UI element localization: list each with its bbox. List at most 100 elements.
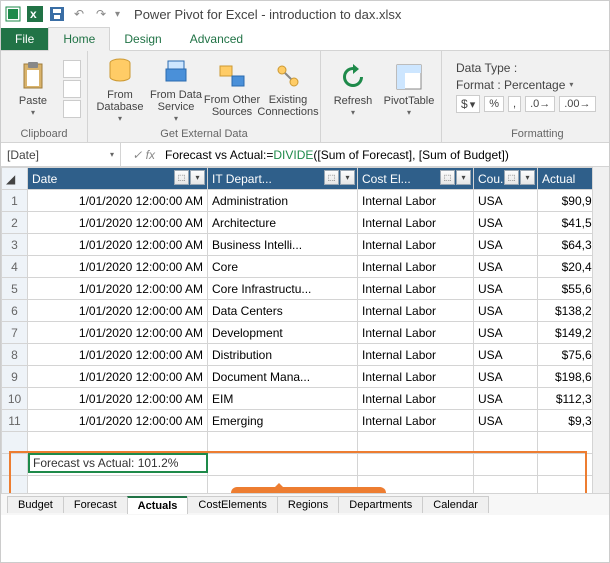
from-other-sources-button[interactable]: From Other Sources (206, 54, 258, 124)
relation-icon[interactable]: ⬚ (174, 170, 189, 185)
cell-dept[interactable]: Core Infrastructu... (208, 278, 358, 300)
row-number[interactable]: 11 (2, 410, 28, 432)
comma-button[interactable]: , (508, 96, 521, 112)
copy-icon[interactable] (63, 100, 81, 118)
paste-button[interactable]: Paste ▾ (7, 54, 59, 124)
qat-dropdown-icon[interactable]: ▾ (115, 9, 120, 20)
vertical-scrollbar[interactable] (592, 167, 609, 493)
cell-country[interactable]: USA (474, 344, 538, 366)
pivottable-button[interactable]: PivotTable ▾ (383, 54, 435, 124)
row-number[interactable]: 6 (2, 300, 28, 322)
row-number[interactable]: 8 (2, 344, 28, 366)
table-row[interactable]: 2 1/01/2020 12:00:00 AM Architecture Int… (2, 212, 610, 234)
sheet-tab-forecast[interactable]: Forecast (63, 496, 128, 513)
save-icon[interactable] (49, 6, 65, 22)
name-box[interactable]: [Date] ▾ (1, 143, 121, 166)
sheet-tab-costelements[interactable]: CostElements (187, 496, 277, 513)
cell-dept[interactable]: Distribution (208, 344, 358, 366)
table-row[interactable]: 4 1/01/2020 12:00:00 AM Core Internal La… (2, 256, 610, 278)
filter-icon[interactable]: ▾ (520, 170, 535, 185)
cell-date[interactable]: 1/01/2020 12:00:00 AM (28, 300, 208, 322)
tab-advanced[interactable]: Advanced (176, 28, 257, 50)
from-data-service-button[interactable]: From Data Service ▾ (150, 54, 202, 124)
relation-icon[interactable]: ⬚ (324, 170, 339, 185)
cell-cost[interactable]: Internal Labor (358, 234, 474, 256)
cell-country[interactable]: USA (474, 322, 538, 344)
cell-date[interactable]: 1/01/2020 12:00:00 AM (28, 366, 208, 388)
table-row[interactable]: 11 1/01/2020 12:00:00 AM Emerging Intern… (2, 410, 610, 432)
table-row[interactable]: 3 1/01/2020 12:00:00 AM Business Intelli… (2, 234, 610, 256)
cell-cost[interactable]: Internal Labor (358, 322, 474, 344)
row-number[interactable]: 4 (2, 256, 28, 278)
table-row[interactable]: 9 1/01/2020 12:00:00 AM Document Mana...… (2, 366, 610, 388)
sheet-tab-actuals[interactable]: Actuals (127, 496, 189, 514)
cell-date[interactable]: 1/01/2020 12:00:00 AM (28, 388, 208, 410)
cell-date[interactable]: 1/01/2020 12:00:00 AM (28, 212, 208, 234)
relation-icon[interactable]: ⬚ (440, 170, 455, 185)
sheet-tab-departments[interactable]: Departments (338, 496, 423, 513)
tab-design[interactable]: Design (110, 28, 175, 50)
tab-home[interactable]: Home (48, 27, 110, 51)
paste-append-icon[interactable] (63, 60, 81, 78)
table-row[interactable]: 6 1/01/2020 12:00:00 AM Data Centers Int… (2, 300, 610, 322)
table-row[interactable]: 1 1/01/2020 12:00:00 AM Administration I… (2, 190, 610, 212)
cell-cost[interactable]: Internal Labor (358, 366, 474, 388)
decrease-decimal-button[interactable]: .00→ (559, 96, 595, 112)
cell-country[interactable]: USA (474, 212, 538, 234)
cell-country[interactable]: USA (474, 256, 538, 278)
cell-date[interactable]: 1/01/2020 12:00:00 AM (28, 256, 208, 278)
cell-dept[interactable]: Development (208, 322, 358, 344)
sheet-tab-budget[interactable]: Budget (7, 496, 64, 513)
cell-cost[interactable]: Internal Labor (358, 190, 474, 212)
format-selector[interactable]: Format : Percentage ▾ (456, 78, 596, 92)
cell-dept[interactable]: Document Mana... (208, 366, 358, 388)
cell-country[interactable]: USA (474, 300, 538, 322)
redo-icon[interactable]: ↷ (93, 6, 109, 22)
cell-date[interactable]: 1/01/2020 12:00:00 AM (28, 410, 208, 432)
cell-dept[interactable]: Business Intelli... (208, 234, 358, 256)
from-database-button[interactable]: From Database ▾ (94, 54, 146, 124)
row-number[interactable]: 1 (2, 190, 28, 212)
filter-icon[interactable]: ▾ (190, 170, 205, 185)
refresh-button[interactable]: Refresh ▾ (327, 54, 379, 124)
row-number[interactable]: 7 (2, 322, 28, 344)
table-row[interactable]: 7 1/01/2020 12:00:00 AM Development Inte… (2, 322, 610, 344)
cell-cost[interactable]: Internal Labor (358, 300, 474, 322)
filter-icon[interactable]: ▾ (340, 170, 355, 185)
cell-country[interactable]: USA (474, 366, 538, 388)
row-number[interactable]: 2 (2, 212, 28, 234)
cell-country[interactable]: USA (474, 388, 538, 410)
table-row[interactable]: 8 1/01/2020 12:00:00 AM Distribution Int… (2, 344, 610, 366)
cell-country[interactable]: USA (474, 410, 538, 432)
cell-date[interactable]: 1/01/2020 12:00:00 AM (28, 322, 208, 344)
column-header-country[interactable]: Cou...⬚▾ (474, 168, 538, 190)
cell-dept[interactable]: EIM (208, 388, 358, 410)
row-number[interactable]: 5 (2, 278, 28, 300)
column-header-cost[interactable]: Cost El...⬚▾ (358, 168, 474, 190)
cell-date[interactable]: 1/01/2020 12:00:00 AM (28, 344, 208, 366)
filter-icon[interactable]: ▾ (456, 170, 471, 185)
cell-dept[interactable]: Emerging (208, 410, 358, 432)
column-header-dept[interactable]: IT Depart...⬚▾ (208, 168, 358, 190)
formula-input[interactable]: Forecast vs Actual:=DIVIDE([Sum of Forec… (161, 148, 609, 162)
cell-dept[interactable]: Administration (208, 190, 358, 212)
table-row[interactable]: 10 1/01/2020 12:00:00 AM EIM Internal La… (2, 388, 610, 410)
measure-row[interactable] (2, 432, 610, 454)
tab-file[interactable]: File (1, 28, 48, 50)
paste-replace-icon[interactable] (63, 80, 81, 98)
cell-cost[interactable]: Internal Labor (358, 278, 474, 300)
row-number[interactable]: 3 (2, 234, 28, 256)
select-all-corner[interactable]: ◢ (2, 168, 28, 190)
cell-dept[interactable]: Core (208, 256, 358, 278)
cell-dept[interactable]: Architecture (208, 212, 358, 234)
cell-date[interactable]: 1/01/2020 12:00:00 AM (28, 234, 208, 256)
sheet-tab-regions[interactable]: Regions (277, 496, 339, 513)
cell-date[interactable]: 1/01/2020 12:00:00 AM (28, 278, 208, 300)
cell-date[interactable]: 1/01/2020 12:00:00 AM (28, 190, 208, 212)
cell-country[interactable]: USA (474, 234, 538, 256)
measure-cell-selected[interactable]: Forecast vs Actual: 101.2% (28, 453, 208, 473)
relation-icon[interactable]: ⬚ (504, 170, 519, 185)
cell-cost[interactable]: Internal Labor (358, 410, 474, 432)
row-number[interactable]: 9 (2, 366, 28, 388)
cell-cost[interactable]: Internal Labor (358, 256, 474, 278)
